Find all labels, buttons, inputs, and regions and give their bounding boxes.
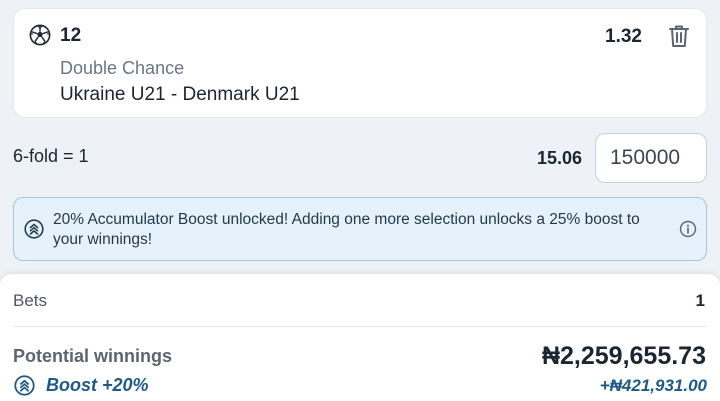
potential-winnings-value: ₦2,259,655.73 [541, 342, 706, 370]
selection-event: Ukraine U21 - Denmark U21 [60, 84, 300, 105]
divider [13, 326, 707, 327]
potential-winnings-label: Potential winnings [13, 346, 173, 366]
trash-icon[interactable] [667, 23, 691, 49]
boost-icon [14, 375, 35, 396]
info-icon[interactable] [679, 220, 697, 238]
fold-label: 6-fold = 1 [13, 146, 89, 166]
total-odds: 15.06 [536, 148, 582, 168]
boost-label: Boost +20% [46, 375, 149, 395]
bets-label: Bets [13, 291, 48, 310]
boost-icon [24, 219, 44, 239]
selection-market: Double Chance [60, 58, 185, 78]
bets-count: 1 [695, 291, 705, 310]
bet-summary: Bets 1 Potential winnings ₦2,259,655.73 … [0, 274, 720, 401]
soccer-ball-icon [29, 24, 51, 46]
boost-value: +₦421,931.00 [599, 376, 707, 395]
selection-pick: 12 [60, 25, 82, 46]
stake-input[interactable] [595, 133, 707, 183]
selection-odds: 1.32 [605, 26, 642, 47]
boost-banner: 20% Accumulator Boost unlocked! Adding o… [13, 197, 707, 261]
boost-message: 20% Accumulator Boost unlocked! Adding o… [53, 211, 640, 248]
selection-card: 12 1.32 Double Chance Ukraine U21 - Denm… [13, 8, 707, 118]
